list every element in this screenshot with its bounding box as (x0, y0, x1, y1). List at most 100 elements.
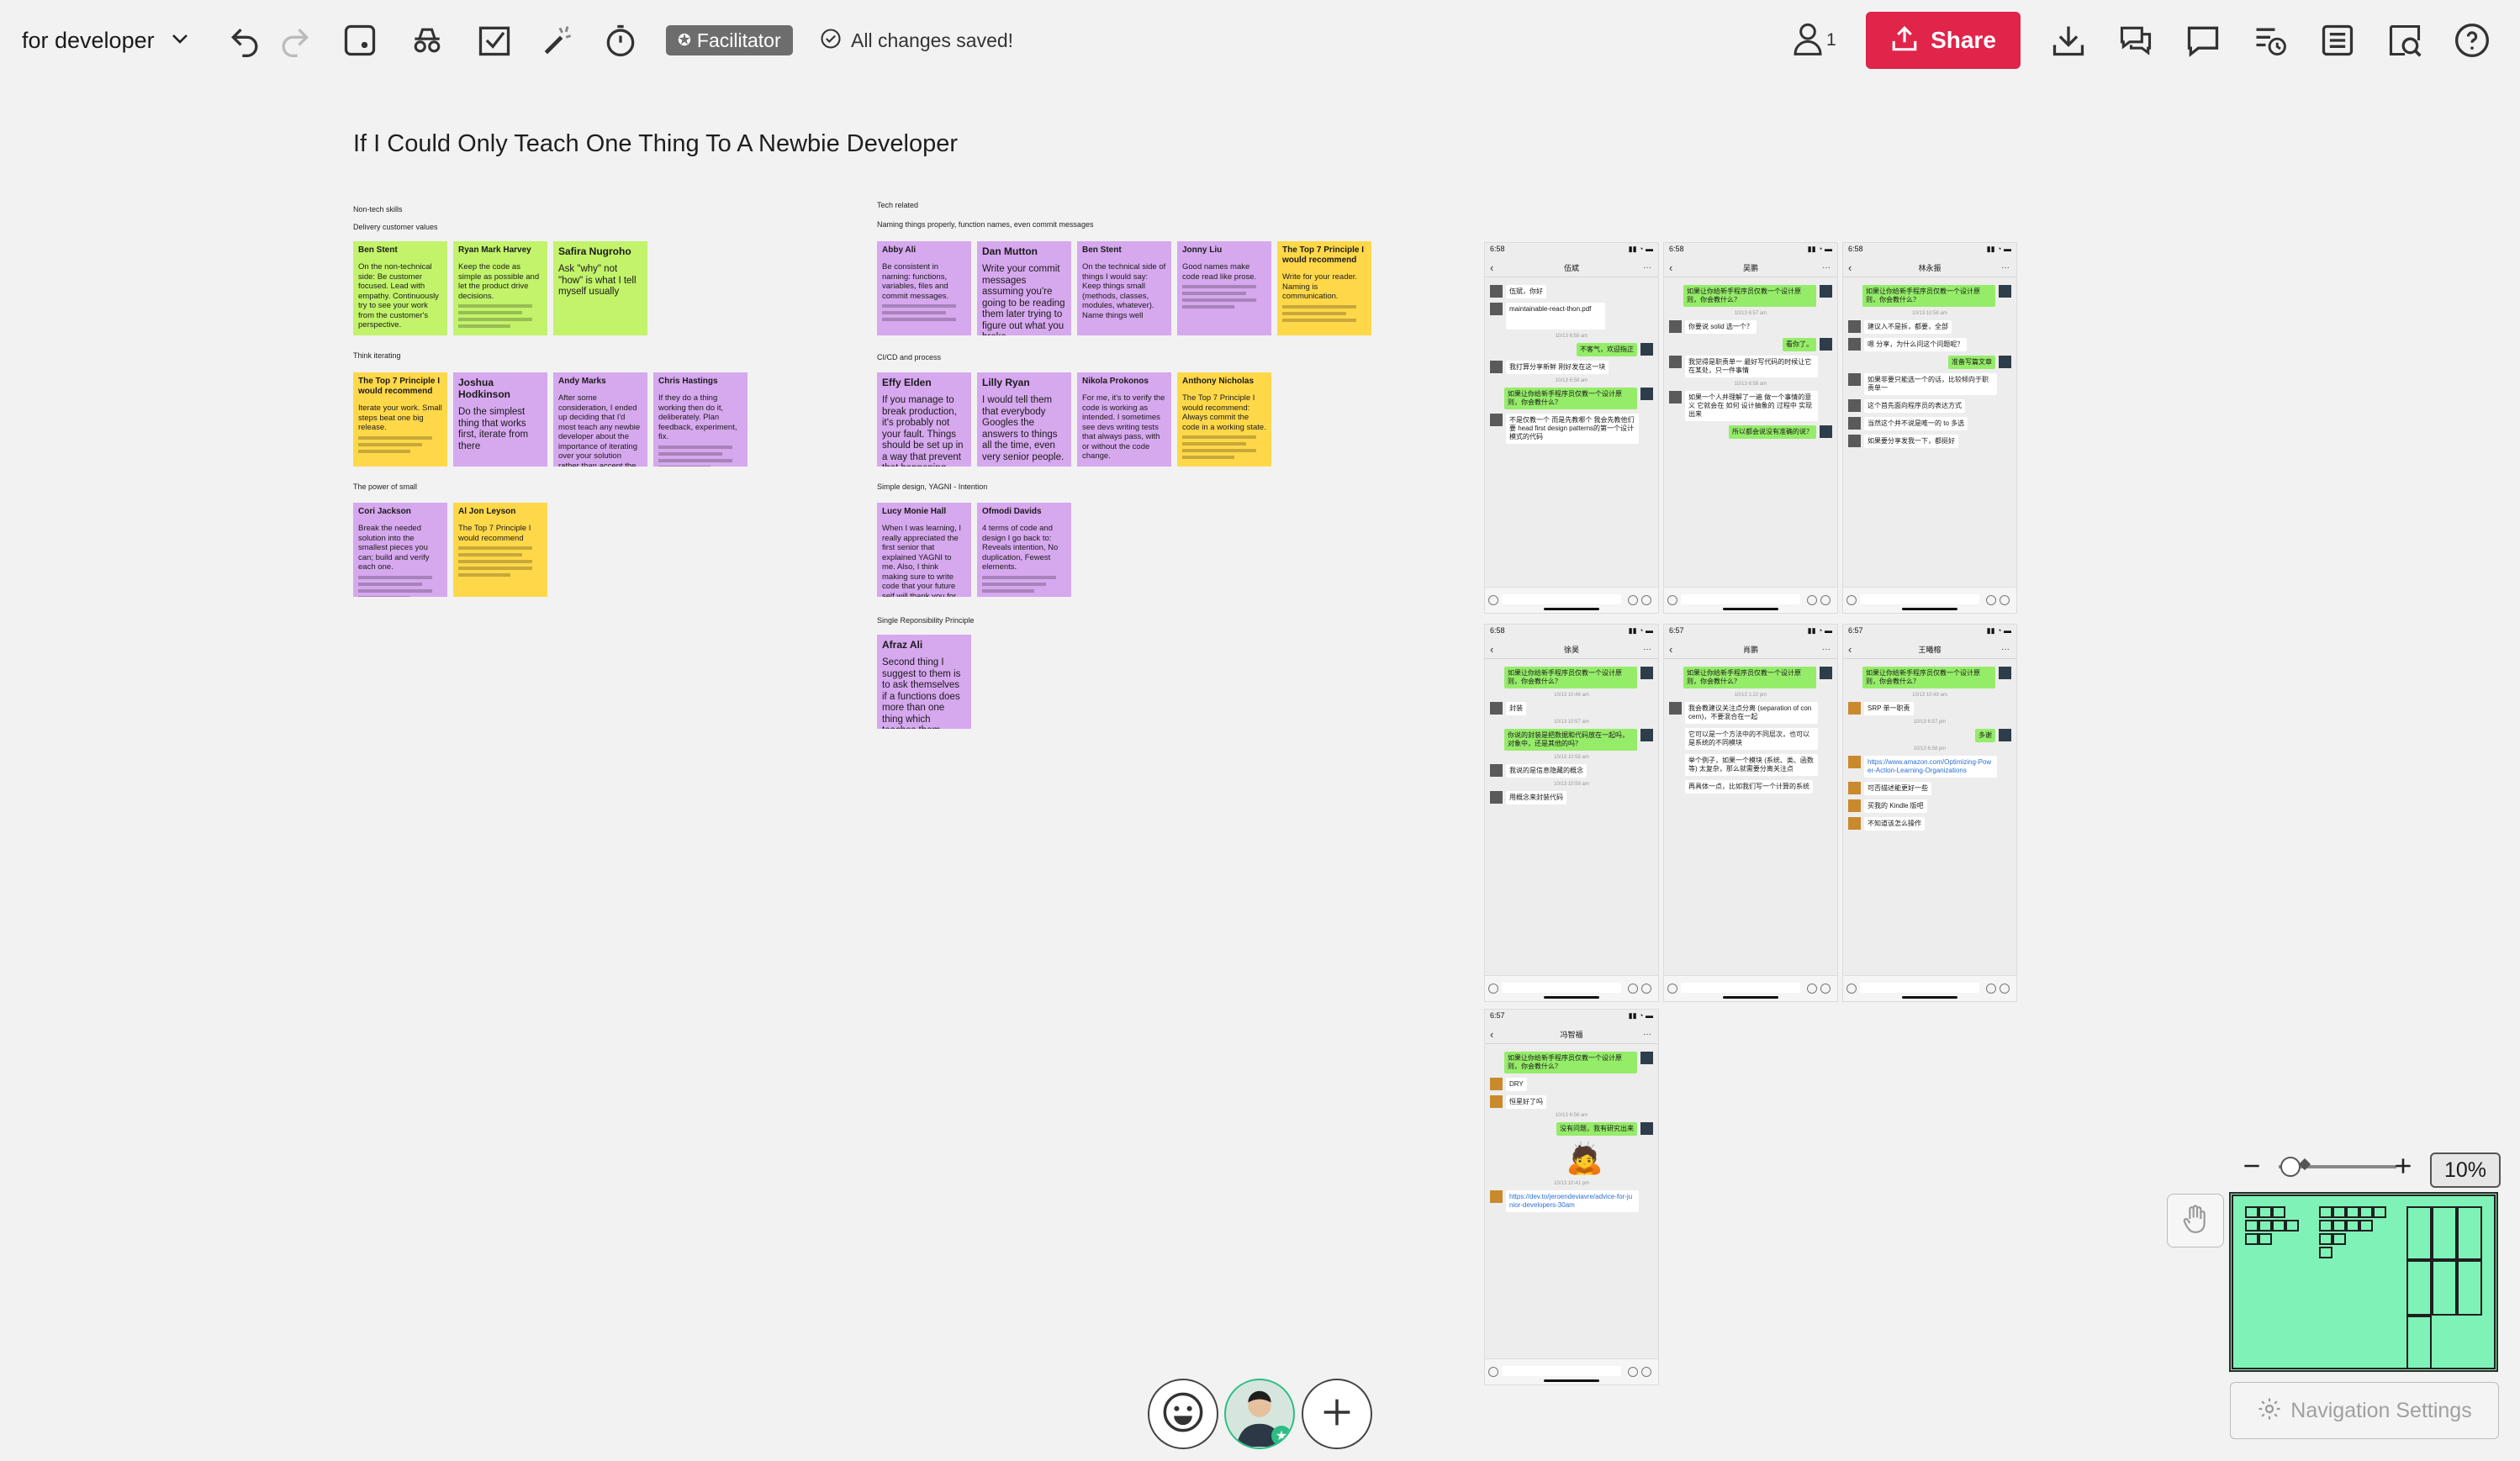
share-button[interactable]: Share (1866, 12, 2021, 69)
navigation-settings-button[interactable]: Navigation Settings (2230, 1382, 2499, 1439)
chat-message: 我觉得是职责单一 最好写代码的时候让它在某处，只一件事情 (1669, 356, 1832, 377)
chat-avatar (1640, 729, 1653, 741)
timer-icon[interactable] (597, 17, 644, 64)
sticky-note[interactable]: Andy Marks After some consideration, I en… (553, 372, 647, 467)
collaborators-button[interactable]: 1 (1791, 17, 1836, 64)
chat-message: https://dev.to/jeroendeviavre/advice-for… (1490, 1190, 1653, 1212)
chat-avatar (1999, 285, 2011, 298)
sticky-note[interactable]: Effy Elden If you manage to break product… (877, 372, 971, 467)
sticky-note[interactable]: Afraz Ali Second thing I suggest to them … (877, 635, 971, 729)
chat-icon[interactable] (2179, 17, 2227, 64)
chat-message: 恒星好了吗 (1490, 1095, 1653, 1109)
hand-icon (2179, 1202, 2212, 1240)
navigation-settings-label: Navigation Settings (2290, 1398, 2472, 1422)
chat-avatar (1640, 1052, 1653, 1064)
chat-message: 买我的 Kindle 版吧 (1848, 799, 2011, 813)
redo-icon[interactable] (271, 17, 318, 64)
sticky-note[interactable]: Ben Stent On the technical side of things… (1077, 241, 1171, 335)
reactions-button[interactable] (1148, 1379, 1218, 1449)
chat-message: DRY (1490, 1078, 1653, 1091)
chat-message-bubble: 封装 (1506, 702, 1526, 715)
chat-avatar (1848, 417, 1861, 430)
sticky-note-author: Safira Nugroho (558, 245, 631, 257)
zoom-slider-handle[interactable] (2280, 1157, 2301, 1177)
chat-timestamp: 10/13 10:58 am (1912, 311, 1947, 316)
search-board-icon[interactable] (2381, 17, 2428, 64)
board-name-dropdown[interactable]: for developer (22, 22, 190, 59)
chat-message-bubble: 我会教建议关注点分离 (separation of concern)，不要混合在… (1685, 702, 1818, 724)
sticky-note[interactable]: Anthony Nicholas The Top 7 Principle I wo… (1177, 372, 1271, 467)
sticky-note[interactable]: Safira Nugroho Ask "why" not "how" is wha… (553, 241, 647, 335)
sticky-note[interactable]: Ben Stent On the non-technical side: Be c… (353, 241, 447, 335)
sticky-note[interactable]: Ofmodi Davids 4 terms of code and design … (977, 503, 1071, 597)
sticky-note[interactable]: Ryan Mark Harvey Keep the code as simple … (453, 241, 547, 335)
download-icon[interactable] (2045, 17, 2092, 64)
chat-message: 伍斌，你好 (1490, 285, 1653, 298)
sticky-note-author: The Top 7 Principle I would recommend (358, 377, 441, 396)
sticky-note-tool-icon[interactable] (336, 17, 383, 64)
zoom-slider[interactable] (2279, 1157, 2396, 1177)
chat-avatar (1640, 388, 1653, 400)
sticky-note[interactable]: Abby Ali Be consistent in naming: functio… (877, 241, 971, 335)
sticky-note[interactable]: The Top 7 Principle I would recommend Ite… (353, 372, 447, 467)
chat-message: 再具体一点，比如我们写一个计算的系统 (1669, 780, 1832, 794)
sticky-note-text: Second thing I suggest to them is to ask… (882, 657, 961, 729)
add-button[interactable] (1302, 1379, 1372, 1449)
sticky-note[interactable]: Al Jon Leyson The Top 7 Principle I would… (453, 503, 547, 597)
chat-message-bubble: 这个首先面向程序员的表达方式 (1864, 399, 1965, 413)
chat-contact-name: 吴鹏 (1742, 263, 1758, 272)
chat-avatar (1848, 799, 1861, 812)
chat-avatar (1640, 1122, 1653, 1135)
sticky-note-author: Ryan Mark Harvey (458, 245, 531, 255)
minimap[interactable] (2229, 1192, 2498, 1372)
voting-icon[interactable] (471, 17, 518, 64)
sticky-note[interactable]: Jonny Liu Good names make code read like … (1177, 241, 1271, 335)
facilitator-button[interactable]: ✪ Facilitator (666, 25, 793, 55)
zoom-out-button[interactable] (2237, 1152, 2267, 1184)
history-icon[interactable] (2247, 17, 2294, 64)
user-icon (1791, 20, 1825, 61)
board-name: for developer (22, 27, 155, 53)
private-mode-icon[interactable] (404, 17, 451, 64)
section-label-naming: Naming things properly, function names, … (877, 220, 1094, 229)
zoom-level[interactable]: 10% (2430, 1152, 2501, 1188)
chat-avatar (1848, 702, 1861, 715)
chat-message-bubble: 如果让你给新手程序员仅教一个设计原则，你会教什么？ (1683, 667, 1816, 688)
section-label-delivery-values: Delivery customer values (353, 223, 438, 231)
chat-screenshot[interactable]: 6:57 ▮▮ ◔ ▬ ‹ 王曦榕 ··· 如果让你给新手程序员仅教一个设计原则，你会… (1842, 624, 2017, 1002)
sticky-note-text: Iterate your work. Small steps beat one … (358, 403, 442, 432)
sticky-note-text: Do the simplest thing that works first, … (458, 407, 529, 451)
sticky-note[interactable]: Dan Mutton Write your commit messages ass… (977, 241, 1071, 335)
help-icon[interactable] (2449, 17, 2496, 64)
sticky-note[interactable]: Nikola Prokonos For me, it's to verify th… (1077, 372, 1171, 467)
chat-avatar (1490, 361, 1503, 373)
chat-message: 所以都会说没有准确的说？ (1669, 425, 1832, 439)
chat-message-bubble: 你要说 solid 选一个？ (1685, 320, 1757, 334)
avatar[interactable]: ★ (1224, 1379, 1295, 1449)
chat-screenshot[interactable]: 6:57 ▮▮ ◔ ▬ ‹ 肖鹏 ··· 如果让你给新手程序员仅教一个设计原则，你会教… (1663, 624, 1838, 1002)
magic-wand-icon[interactable] (535, 17, 582, 64)
zoom-slider-marker (2298, 1158, 2311, 1171)
chat-screenshot[interactable]: 6:58 ▮▮ ◔ ▬ ‹ 吴鹏 ··· 如果让你给新手程序员仅教一个设计原则，你会教… (1663, 242, 1838, 614)
sticky-note[interactable]: Lilly Ryan I would tell them that everybo… (977, 372, 1071, 467)
chat-screenshot[interactable]: 6:58 ▮▮ ◔ ▬ ‹ 伍斌 ··· 伍斌，你好 maintainable-rea… (1484, 242, 1659, 614)
sticky-note[interactable]: The Top 7 Principle I would recommend Wri… (1277, 241, 1371, 335)
chat-avatar (1848, 338, 1861, 351)
zoom-in-button[interactable] (2388, 1152, 2418, 1184)
sticky-note[interactable]: Chris Hastings If they do a thing working… (653, 372, 748, 467)
chat-screenshot[interactable]: 6:57 ▮▮ ◔ ▬ ‹ 冯智福 ··· 如果让你给新手程序员仅教一个设计原则，你会… (1484, 1009, 1659, 1385)
chat-screenshot[interactable]: 6:58 ▮▮ ◔ ▬ ‹ 林永振 ··· 如果让你给新手程序员仅教一个设计原则，你会… (1842, 242, 2017, 614)
comments-icon[interactable] (2112, 17, 2159, 64)
sticky-note[interactable]: Cori Jackson Break the needed solution in… (353, 503, 447, 597)
chat-avatar (1490, 303, 1503, 315)
chat-screenshot[interactable]: 6:58 ▮▮ ◔ ▬ ‹ 徐昊 ··· 如果让你给新手程序员仅教一个设计原则，你会教… (1484, 624, 1659, 1002)
sticky-note[interactable]: Joshua Hodkinson Do the simplest thing th… (453, 372, 547, 467)
emoji-icon (1161, 1390, 1205, 1438)
sticky-note[interactable]: Lucy Monie Hall When I was learning, I re… (877, 503, 971, 597)
sticky-note-author: The Top 7 Principle I would recommend (1282, 245, 1365, 265)
undo-icon[interactable] (222, 17, 269, 64)
list-view-icon[interactable] (2314, 17, 2361, 64)
chat-message-bubble: 如果让你给新手程序员仅教一个设计原则，你会教什么？ (1504, 1052, 1637, 1073)
pan-tool-button[interactable] (2167, 1194, 2224, 1247)
chat-message-bubble: 买我的 Kindle 版吧 (1864, 799, 1927, 813)
